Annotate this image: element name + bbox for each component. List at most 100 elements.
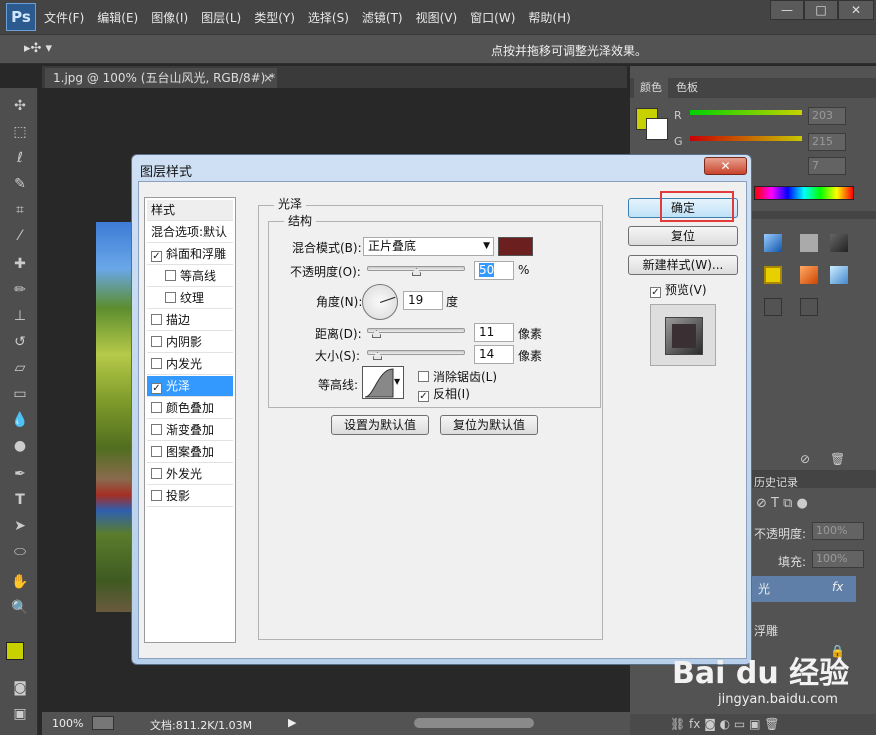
style-item-checkbox[interactable] — [151, 446, 162, 457]
invert-checkbox[interactable]: ✓ 反相(I) — [418, 385, 470, 402]
type-tool-icon[interactable]: T — [10, 490, 30, 510]
bg-color-chip[interactable] — [646, 118, 668, 140]
menu-view[interactable]: 视图(V) — [416, 9, 458, 26]
style-item[interactable]: ✓ 斜面和浮雕 — [147, 244, 233, 265]
distance-field[interactable]: 11 — [474, 323, 514, 342]
menu-edit[interactable]: 编辑(E) — [97, 9, 138, 26]
new-style-button[interactable]: 新建样式(W)... — [628, 255, 738, 275]
blur-tool-icon[interactable]: 💧 — [10, 410, 30, 430]
pen-tool-icon[interactable]: ✒ — [10, 464, 30, 484]
style-item[interactable]: 等高线 — [147, 266, 233, 287]
quick-mask-icon[interactable]: ◙ — [10, 678, 30, 698]
tab-history[interactable]: 历史记录 — [754, 474, 798, 490]
clone-stamp-tool-icon[interactable]: ⊥ — [10, 306, 30, 326]
menu-type[interactable]: 类型(Y) — [254, 9, 295, 26]
delete-style-icon[interactable]: ⊘ — [800, 452, 810, 466]
layer-effect-name[interactable]: 浮雕 — [754, 622, 778, 639]
path-select-tool-icon[interactable]: ➤ — [10, 516, 30, 536]
style-item[interactable]: 渐变叠加 — [147, 420, 233, 441]
minimize-button[interactable]: — — [770, 0, 804, 20]
layers-footer-icons[interactable]: ⛓ fx ◙ ◐ ▭ ▣ 🗑 — [630, 714, 876, 735]
antialias-check-icon[interactable] — [418, 371, 429, 382]
menu-filter[interactable]: 滤镜(T) — [362, 9, 403, 26]
hand-tool-icon[interactable]: ✋ — [10, 572, 30, 592]
style-item[interactable]: 内发光 — [147, 354, 233, 375]
status-menu-arrow-icon[interactable]: ▶ — [288, 716, 296, 729]
blend-mode-select[interactable]: 正片叠底 ▼ — [363, 237, 494, 256]
style-item-checkbox[interactable] — [151, 358, 162, 369]
style-item-checkbox[interactable] — [151, 402, 162, 413]
color-ramp[interactable] — [754, 186, 854, 200]
g-value[interactable]: 215 — [808, 133, 846, 151]
healing-brush-tool-icon[interactable]: ✚ — [10, 254, 30, 274]
style-item-checkbox[interactable] — [151, 490, 162, 501]
crop-tool-icon[interactable]: ⌗ — [10, 200, 30, 220]
make-default-button[interactable]: 设置为默认值 — [331, 415, 429, 435]
ellipse-tool-icon[interactable]: ⬭ — [10, 542, 30, 562]
fx-icon[interactable]: fx — [832, 580, 843, 594]
style-item-checkbox[interactable] — [151, 424, 162, 435]
dodge-tool-icon[interactable]: ● — [10, 436, 30, 456]
move-tool-icon[interactable]: ✣ — [10, 96, 30, 116]
tab-color[interactable]: 颜色 — [634, 78, 668, 98]
gradient-tool-icon[interactable]: ▭ — [10, 384, 30, 404]
menu-layer[interactable]: 图层(L) — [201, 9, 241, 26]
menu-image[interactable]: 图像(I) — [151, 9, 188, 26]
lasso-tool-icon[interactable]: ℓ — [10, 148, 30, 168]
style-swatch[interactable] — [830, 266, 848, 284]
style-swatch[interactable] — [800, 234, 818, 252]
menu-window[interactable]: 窗口(W) — [470, 9, 515, 26]
antialias-checkbox[interactable]: 消除锯齿(L) — [418, 368, 497, 385]
size-slider[interactable] — [367, 350, 465, 355]
invert-check-icon[interactable]: ✓ — [418, 391, 429, 402]
style-swatch[interactable] — [764, 266, 782, 284]
style-swatch[interactable] — [764, 298, 782, 316]
close-tab-icon[interactable]: × — [263, 68, 273, 88]
history-brush-tool-icon[interactable]: ↺ — [10, 332, 30, 352]
marquee-tool-icon[interactable]: ⬚ — [10, 122, 30, 142]
preview-check-icon[interactable]: ✓ — [650, 287, 661, 298]
layer-filter-icons[interactable]: ⊘ T ⧉ ● — [756, 496, 808, 511]
angle-dial[interactable] — [362, 284, 398, 320]
layer-fill-field[interactable]: 100% — [812, 550, 864, 568]
style-swatch[interactable] — [764, 234, 782, 252]
horizontal-scrollbar[interactable] — [414, 718, 534, 728]
style-item[interactable]: 投影 — [147, 486, 233, 507]
document-tab[interactable]: 1.jpg @ 100% (五台山风光, RGB/8#) * × — [45, 68, 277, 88]
maximize-button[interactable]: □ — [804, 0, 838, 20]
distance-slider[interactable] — [367, 328, 465, 333]
g-slider[interactable] — [690, 136, 802, 141]
menu-select[interactable]: 选择(S) — [308, 9, 349, 26]
style-swatch[interactable] — [800, 298, 818, 316]
r-value[interactable]: 203 — [808, 107, 846, 125]
styles-header[interactable]: 样式 — [147, 200, 233, 221]
style-item[interactable]: 描边 — [147, 310, 233, 331]
style-item-checkbox[interactable] — [151, 336, 162, 347]
style-item-checkbox[interactable]: ✓ — [151, 383, 162, 394]
style-item[interactable]: 外发光 — [147, 464, 233, 485]
layer-row-selected[interactable]: 光 fx — [752, 576, 856, 602]
foreground-color-swatch[interactable] — [6, 642, 24, 660]
move-tool-icon[interactable]: ▸✣ ▾ — [24, 41, 52, 56]
contour-picker[interactable]: ▼ — [362, 366, 404, 399]
blend-color-swatch[interactable] — [498, 237, 533, 256]
style-item[interactable]: 内阴影 — [147, 332, 233, 353]
style-item[interactable]: 纹理 — [147, 288, 233, 309]
eraser-tool-icon[interactable]: ▱ — [10, 358, 30, 378]
tab-swatches[interactable]: 色板 — [670, 78, 704, 98]
dialog-close-button[interactable]: ✕ — [704, 157, 747, 175]
menu-help[interactable]: 帮助(H) — [528, 9, 570, 26]
quick-select-tool-icon[interactable]: ✎ — [10, 174, 30, 194]
style-item-checkbox[interactable] — [151, 314, 162, 325]
eyedropper-tool-icon[interactable]: ⁄ — [10, 226, 30, 246]
preview-checkbox[interactable]: ✓ 预览(V) — [650, 281, 707, 298]
size-field[interactable]: 14 — [474, 345, 514, 364]
screen-mode-icon[interactable]: ▣ — [10, 704, 30, 724]
style-swatch[interactable] — [800, 266, 818, 284]
style-item[interactable]: 颜色叠加 — [147, 398, 233, 419]
style-item-checkbox[interactable] — [151, 468, 162, 479]
menu-file[interactable]: 文件(F) — [44, 9, 84, 26]
style-swatch[interactable] — [830, 234, 848, 252]
blend-options-item[interactable]: 混合选项:默认 — [147, 222, 233, 243]
angle-field[interactable]: 19 — [403, 291, 443, 310]
